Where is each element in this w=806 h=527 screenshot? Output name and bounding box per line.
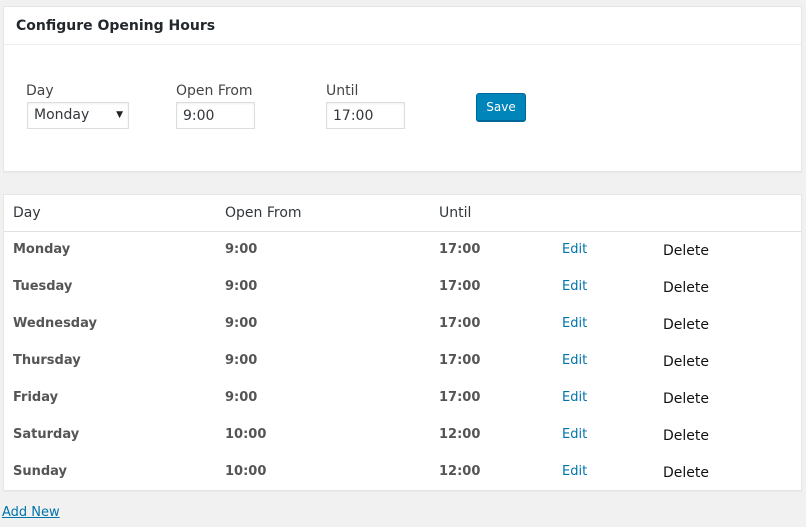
table-row: Sunday 10:00 12:00 Edit Delete <box>4 454 801 491</box>
row-until: 17:00 <box>439 390 481 405</box>
edit-link[interactable]: Edit <box>562 390 587 405</box>
column-header-day: Day <box>13 205 41 221</box>
day-label: Day <box>26 83 54 99</box>
table-row: Friday 9:00 17:00 Edit Delete <box>4 380 801 417</box>
until-input[interactable] <box>326 102 405 129</box>
until-label: Until <box>326 83 359 99</box>
table-row: Monday 9:00 17:00 Edit Delete <box>4 232 801 269</box>
edit-link[interactable]: Edit <box>562 427 587 442</box>
row-open-from: 9:00 <box>225 242 258 257</box>
page-title: Configure Opening Hours <box>16 18 216 34</box>
table-row: Tuesday 9:00 17:00 Edit Delete <box>4 269 801 306</box>
row-until: 17:00 <box>439 279 481 294</box>
row-until: 17:00 <box>439 242 481 257</box>
row-open-from: 9:00 <box>225 353 258 368</box>
delete-link[interactable]: Delete <box>663 317 709 333</box>
save-button[interactable]: Save <box>476 93 526 121</box>
edit-link[interactable]: Edit <box>562 316 587 331</box>
delete-link[interactable]: Delete <box>663 354 709 370</box>
row-day: Tuesday <box>13 279 73 294</box>
row-open-from: 9:00 <box>225 279 258 294</box>
row-until: 17:00 <box>439 353 481 368</box>
row-until: 12:00 <box>439 427 481 442</box>
row-day: Saturday <box>13 427 80 442</box>
column-header-open-from: Open From <box>225 205 302 221</box>
edit-link[interactable]: Edit <box>562 464 587 479</box>
row-day: Sunday <box>13 464 68 479</box>
row-open-from: 9:00 <box>225 316 258 331</box>
day-select[interactable]: Monday ▼ <box>27 102 129 129</box>
configure-panel-header: Configure Opening Hours <box>4 7 801 45</box>
delete-link[interactable]: Delete <box>663 243 709 259</box>
delete-link[interactable]: Delete <box>663 428 709 444</box>
table-header: Day Open From Until <box>4 195 801 232</box>
open-from-label: Open From <box>176 83 253 99</box>
caret-down-icon: ▼ <box>116 110 123 120</box>
add-new-link[interactable]: Add New <box>2 505 60 520</box>
table-row: Wednesday 9:00 17:00 Edit Delete <box>4 306 801 343</box>
delete-link[interactable]: Delete <box>663 280 709 296</box>
row-day: Friday <box>13 390 59 405</box>
configure-panel: Configure Opening Hours Day Monday ▼ Ope… <box>3 6 802 172</box>
row-day: Monday <box>13 242 71 257</box>
day-select-value: Monday <box>34 107 90 123</box>
opening-hours-table: Day Open From Until Monday 9:00 17:00 Ed… <box>3 194 802 491</box>
row-open-from: 9:00 <box>225 390 258 405</box>
delete-link[interactable]: Delete <box>663 465 709 481</box>
edit-link[interactable]: Edit <box>562 279 587 294</box>
table-row: Thursday 9:00 17:00 Edit Delete <box>4 343 801 380</box>
row-day: Wednesday <box>13 316 97 331</box>
open-from-input[interactable] <box>176 102 255 129</box>
row-day: Thursday <box>13 353 81 368</box>
row-open-from: 10:00 <box>225 464 267 479</box>
row-until: 17:00 <box>439 316 481 331</box>
edit-link[interactable]: Edit <box>562 353 587 368</box>
row-open-from: 10:00 <box>225 427 267 442</box>
row-until: 12:00 <box>439 464 481 479</box>
column-header-until: Until <box>439 205 472 221</box>
table-row: Saturday 10:00 12:00 Edit Delete <box>4 417 801 454</box>
delete-link[interactable]: Delete <box>663 391 709 407</box>
edit-link[interactable]: Edit <box>562 242 587 257</box>
